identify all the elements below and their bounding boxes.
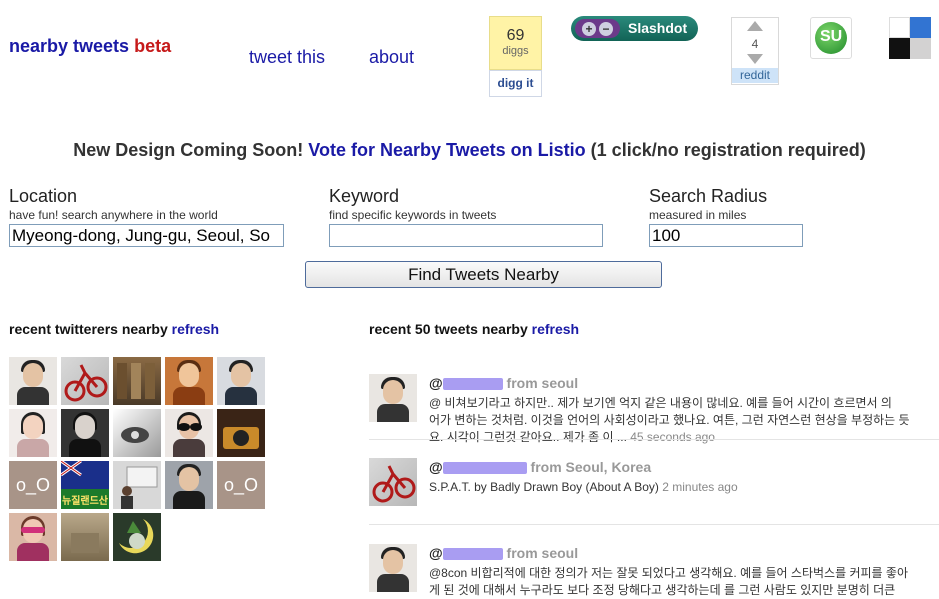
avatar[interactable] — [369, 544, 417, 592]
tweet-location: from Seoul, Korea — [530, 459, 652, 475]
tweet-timestamp[interactable]: 2 minutes ago — [662, 480, 737, 494]
radius-label: Search Radius — [649, 186, 768, 206]
tweet-username[interactable]: @ from seoul — [429, 375, 578, 391]
nav-about-link[interactable]: about — [369, 47, 414, 68]
avatar[interactable] — [369, 374, 417, 422]
reddit-score: 4 — [751, 37, 759, 51]
announcement-tail: (1 click/no registration required) — [590, 140, 866, 160]
avatar[interactable] — [165, 461, 213, 509]
reddit-widget[interactable]: 4 reddit — [731, 17, 779, 85]
avatar[interactable] — [165, 357, 213, 405]
recent-tweets-heading: recent 50 tweets nearby refresh — [369, 321, 580, 337]
digg-count: 69 — [506, 27, 525, 44]
avatar[interactable] — [217, 357, 265, 405]
announcement: New Design Coming Soon! Vote for Nearby … — [0, 140, 939, 161]
avatar[interactable]: o_O — [217, 461, 265, 509]
find-tweets-button[interactable]: Find Tweets Nearby — [305, 261, 662, 288]
refresh-tweets-link[interactable]: refresh — [532, 321, 579, 337]
avatar[interactable] — [165, 409, 213, 457]
vote-listio-link[interactable]: Vote for Nearby Tweets on Listio — [308, 140, 585, 160]
refresh-twitterers-link[interactable]: refresh — [172, 321, 219, 337]
keyword-input[interactable] — [329, 224, 603, 247]
recent-twitterers-heading: recent twitterers nearby refresh — [9, 321, 220, 337]
beta-label: beta — [134, 36, 172, 56]
tweet-location: from seoul — [506, 545, 579, 561]
upvote-arrow-icon[interactable] — [747, 21, 763, 31]
reddit-label[interactable]: reddit — [732, 68, 778, 83]
location-label: Location — [9, 186, 78, 206]
radius-input[interactable] — [649, 224, 803, 247]
avatar[interactable] — [113, 461, 161, 509]
digg-count-badge[interactable]: 69 diggs — [489, 16, 542, 70]
nav-tweet-this-link[interactable]: tweet this — [249, 47, 325, 68]
avatar[interactable] — [113, 357, 161, 405]
slashdot-label: Slashdot — [628, 20, 688, 36]
tweet-text: @8con 비합리적에 대한 정의가 저는 잘못 되었다고 생각해요. 예를 들… — [429, 566, 908, 597]
avatar[interactable] — [9, 513, 57, 561]
site-logo[interactable]: nearby tweets beta — [9, 36, 171, 57]
logo-text[interactable]: nearby tweets — [9, 36, 129, 56]
avatar[interactable] — [9, 409, 57, 457]
stumbleupon-button[interactable]: SU — [810, 17, 852, 59]
plus-icon[interactable]: + — [582, 21, 596, 36]
tweet-username[interactable]: @ from Seoul, Korea — [429, 459, 651, 475]
stumbleupon-icon: SU — [815, 22, 847, 54]
digg-it-button[interactable]: digg it — [489, 70, 542, 97]
announcement-lead: New Design Coming Soon! — [73, 140, 304, 160]
avatar[interactable] — [113, 513, 161, 561]
avatar[interactable] — [61, 513, 109, 561]
slashdot-vote-control[interactable]: + − — [575, 19, 620, 38]
avatar[interactable] — [61, 357, 109, 405]
avatar[interactable]: 뉴질랜드산 — [61, 461, 109, 509]
tweet-username[interactable]: @ from seoul — [429, 545, 578, 561]
avatar[interactable] — [9, 357, 57, 405]
downvote-arrow-icon[interactable] — [747, 54, 763, 64]
delicious-icon[interactable] — [889, 17, 931, 59]
avatar[interactable]: o_O — [9, 461, 57, 509]
slashdot-button[interactable]: + − Slashdot — [571, 16, 698, 41]
location-hint: have fun! search anywhere in the world — [9, 208, 218, 222]
avatar[interactable] — [369, 458, 417, 506]
divider — [369, 524, 939, 525]
radius-hint: measured in miles — [649, 208, 747, 222]
divider — [369, 439, 939, 440]
location-field: Location have fun! search anywhere in th… — [9, 186, 284, 247]
keyword-hint: find specific keywords in tweets — [329, 208, 497, 222]
digg-unit: diggs — [502, 45, 529, 57]
tweet-timestamp[interactable]: 45 seconds ago — [630, 430, 715, 444]
tweet-text: S.P.A.T. by Badly Drawn Boy (About A Boy… — [429, 480, 738, 494]
radius-field: Search Radius measured in miles — [649, 186, 803, 247]
keyword-field: Keyword find specific keywords in tweets — [329, 186, 603, 247]
minus-icon[interactable]: − — [599, 21, 613, 36]
avatar[interactable] — [113, 409, 161, 457]
tweet-location: from seoul — [506, 375, 579, 391]
avatar[interactable] — [61, 409, 109, 457]
keyword-label: Keyword — [329, 186, 400, 206]
location-input[interactable] — [9, 224, 284, 247]
avatar[interactable] — [217, 409, 265, 457]
